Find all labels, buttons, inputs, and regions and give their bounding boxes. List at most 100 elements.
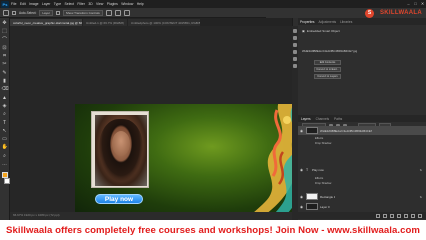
- link-layers-icon[interactable]: [376, 213, 380, 218]
- smart-object-icon: ▣: [302, 29, 305, 33]
- rectangle-icon[interactable]: ▭: [2, 136, 8, 142]
- move-icon[interactable]: ✥: [2, 20, 8, 26]
- type-layer-icon: T: [306, 167, 309, 172]
- fx-badge[interactable]: fx: [420, 195, 422, 199]
- menu-help[interactable]: Help: [137, 2, 144, 6]
- promo-banner-text: Skillwaala offers completely free course…: [6, 224, 420, 236]
- add-style-icon[interactable]: [383, 213, 387, 218]
- tab-properties[interactable]: Properties: [300, 20, 315, 24]
- portrait-face: [112, 131, 130, 156]
- align-left-icon[interactable]: [105, 9, 112, 16]
- menu-edit[interactable]: Edit: [20, 2, 26, 6]
- gradient-icon[interactable]: ▲: [2, 95, 8, 101]
- object-select-icon[interactable]: ⊡: [2, 45, 8, 51]
- crop-icon[interactable]: ⌗: [2, 53, 8, 59]
- menu-filter[interactable]: Filter: [77, 2, 85, 6]
- window-controls: – □ ✕: [406, 1, 425, 6]
- visibility-eye-icon[interactable]: ◉: [300, 129, 304, 133]
- menu-view[interactable]: View: [96, 2, 103, 6]
- properties-header: ▣ Embedded Smart Object: [302, 29, 340, 33]
- layers-panel-tabs: Layers Channels Paths: [298, 115, 426, 122]
- show-transform-checkbox[interactable]: [55, 10, 60, 15]
- layer-effects-label-2: Effects: [315, 177, 324, 180]
- move-tool-icon[interactable]: [3, 9, 9, 16]
- tab-document-3[interactable]: Untitledphoto @ 100% (CONTENT 4015651, R…: [127, 19, 200, 26]
- tab-adjustments[interactable]: Adjustments: [319, 20, 337, 24]
- menu-image[interactable]: Image: [29, 2, 38, 6]
- menu-plugins[interactable]: Plugins: [107, 2, 118, 6]
- play-now-button[interactable]: Play now: [95, 194, 143, 204]
- tab-document-1[interactable]: colorful_neon_creative_graphic-Horizonta…: [10, 19, 82, 26]
- layer-name: Rectangle 1: [320, 194, 336, 199]
- character-icon[interactable]: [293, 57, 297, 61]
- new-adjustment-icon[interactable]: [397, 213, 401, 218]
- convert-to-layers-button[interactable]: Convert to Layers: [314, 74, 341, 79]
- swatches-icon[interactable]: [293, 43, 297, 47]
- tab-paths[interactable]: Paths: [334, 117, 342, 121]
- tab-channels[interactable]: Channels: [316, 117, 329, 121]
- maximize-icon[interactable]: □: [413, 1, 418, 6]
- hand-icon[interactable]: ✋: [2, 144, 8, 150]
- visibility-eye-icon[interactable]: ◉: [300, 195, 304, 199]
- tab-libraries[interactable]: Libraries: [340, 20, 352, 24]
- status-bar: 66.67% 1920 px x 1080 px (72 ppi): [10, 212, 292, 218]
- background-color-swatch[interactable]: [3, 177, 10, 184]
- tools-panel: ✥ ⬚ ⌒ ⊡ ⌗ ✂ ✎ ▮ ⌫ ▲ ◈ ⌕ T ↖ ▭ ✋ ⌕ …: [0, 18, 10, 220]
- menu-3d[interactable]: 3D: [88, 2, 92, 6]
- menu-type[interactable]: Type: [54, 2, 61, 6]
- history-icon[interactable]: [293, 29, 297, 33]
- zoom-icon[interactable]: ⌕: [2, 153, 8, 159]
- dodge-icon[interactable]: ⌕: [2, 111, 8, 117]
- menu-layer[interactable]: Layer: [42, 2, 50, 6]
- edit-contents-button[interactable]: Edit Contents: [314, 60, 341, 65]
- new-layer-icon[interactable]: [411, 213, 415, 218]
- brush-icon[interactable]: ✎: [2, 70, 8, 76]
- convert-to-linked-button[interactable]: Convert to Linked...: [314, 67, 341, 72]
- photoshop-logo: Ps: [1, 0, 9, 8]
- layer-row-play-now-text[interactable]: ◉ T Play now fx: [298, 165, 426, 174]
- smart-object-filename: WHE3A9B8EdorC3e1DBC4B93AB4CE7.jpg: [302, 49, 358, 53]
- close-icon[interactable]: ✕: [420, 1, 425, 6]
- visibility-eye-icon[interactable]: ◉: [300, 168, 304, 172]
- brush-settings-icon[interactable]: [293, 50, 297, 54]
- menu-file[interactable]: File: [11, 2, 16, 6]
- stamp-icon[interactable]: ▮: [2, 78, 8, 84]
- layer-name: Play now: [312, 167, 324, 172]
- layer-name: WHE3A9B8EdorC3e1DBC4B93AB4CE7: [320, 128, 373, 133]
- auto-select-checkbox[interactable]: [12, 10, 16, 15]
- layer-row-rectangle[interactable]: ◉ Rectangle 1 fx: [298, 192, 426, 201]
- more-tools-icon[interactable]: …: [2, 161, 8, 167]
- align-right-icon[interactable]: [123, 9, 130, 16]
- portrait-photo-frame: [91, 111, 149, 188]
- menu-window[interactable]: Window: [121, 2, 133, 6]
- path-select-icon[interactable]: ↖: [2, 128, 8, 134]
- tab-document-2[interactable]: Untitled-1 @ 66.7% (RGB/8): [83, 19, 127, 26]
- layer-name: Layer 0: [320, 204, 330, 209]
- add-mask-icon[interactable]: [390, 213, 394, 218]
- menu-select[interactable]: Select: [65, 2, 74, 6]
- delete-layer-icon[interactable]: [418, 213, 422, 218]
- color-icon[interactable]: [293, 36, 297, 40]
- tab-layers[interactable]: Layers: [301, 117, 311, 121]
- paragraph-icon[interactable]: [293, 64, 297, 68]
- minimize-icon[interactable]: –: [406, 1, 411, 6]
- skillwaala-brand: S SKILLWAALA: [266, 8, 426, 18]
- blur-icon[interactable]: ◈: [2, 103, 8, 109]
- type-icon[interactable]: T: [2, 120, 8, 126]
- visibility-eye-icon[interactable]: ◉: [300, 205, 304, 209]
- layer-row-background[interactable]: ◉ Layer 0: [298, 202, 426, 211]
- marquee-icon[interactable]: ⬚: [2, 28, 8, 34]
- layer-row-smart-object[interactable]: ◉ WHE3A9B8EdorC3e1DBC4B93AB4CE7: [298, 126, 426, 135]
- eraser-icon[interactable]: ⌫: [2, 86, 9, 92]
- layer-thumbnail: [306, 203, 318, 210]
- fx-badge[interactable]: fx: [420, 168, 422, 172]
- align-center-icon[interactable]: [114, 9, 121, 16]
- lasso-icon[interactable]: ⌒: [2, 37, 8, 43]
- layer-thumbnail: [306, 127, 318, 134]
- canvas-area[interactable]: Play now: [10, 26, 296, 216]
- artboard-image[interactable]: Play now: [75, 104, 296, 216]
- auto-select-target-dropdown[interactable]: Layer: [39, 9, 53, 16]
- feather-plume-graphic: [249, 104, 296, 216]
- slice-icon[interactable]: ✂: [2, 61, 8, 67]
- new-group-icon[interactable]: [404, 213, 408, 218]
